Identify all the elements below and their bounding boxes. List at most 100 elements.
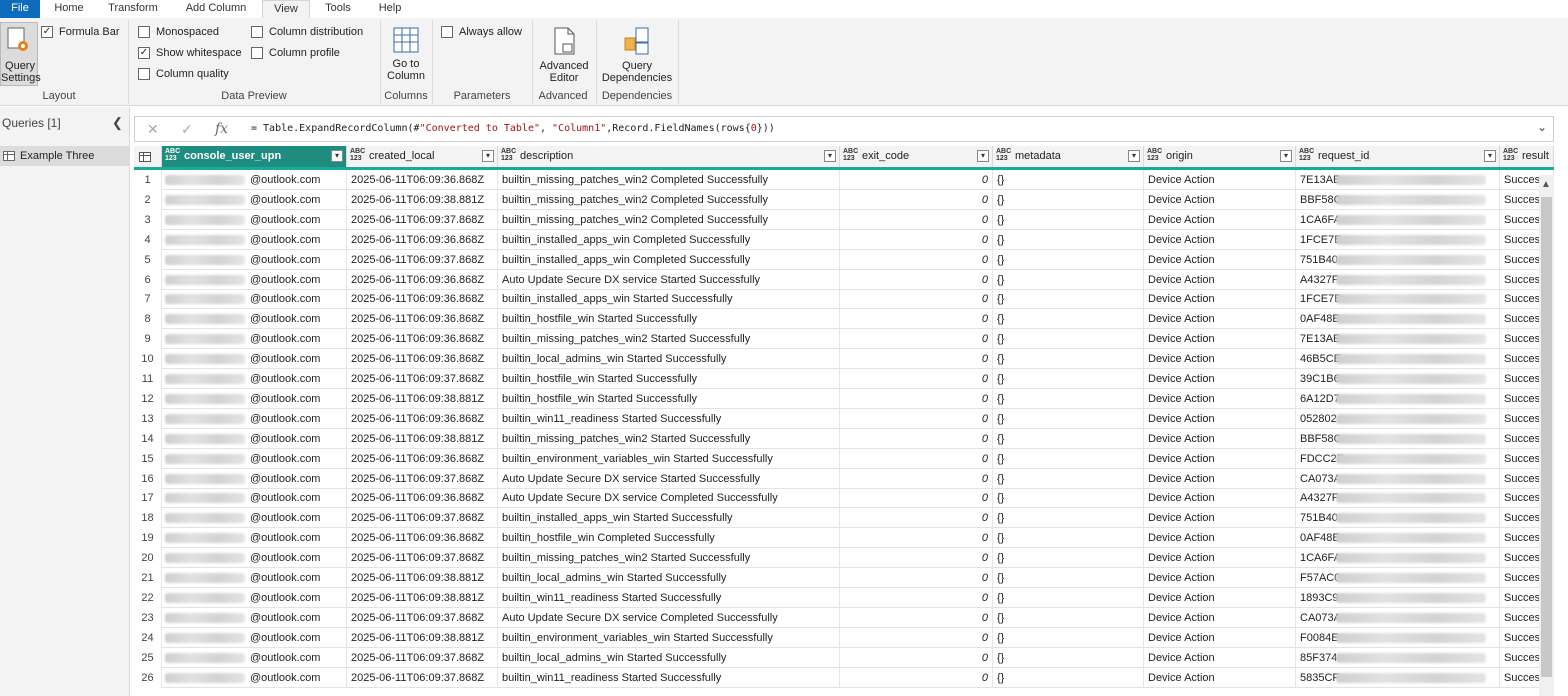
cell-exit-code[interactable]: 0	[840, 587, 993, 608]
table-row[interactable]: 14 @outlook.com 2025-06-11T06:09:38.881Z bu…	[134, 428, 1554, 449]
cell-description[interactable]: builtin_hostfile_win Started Successfull…	[498, 388, 840, 409]
cell-description[interactable]: builtin_local_admins_win Started Success…	[498, 568, 840, 588]
table-row[interactable]: 9 @outlook.com 2025-06-11T06:09:36.868Z bui…	[134, 329, 1554, 350]
row-number[interactable]: 26	[134, 667, 162, 688]
cell-exit-code[interactable]: 0	[840, 209, 993, 230]
table-row[interactable]: 24 @outlook.com 2025-06-11T06:09:38.881Z bu…	[134, 627, 1554, 648]
row-number[interactable]: 4	[134, 229, 162, 250]
cell-description[interactable]: builtin_hostfile_win Started Successfull…	[498, 309, 840, 330]
filter-dropdown-icon[interactable]: ▾	[1128, 150, 1140, 162]
table-row[interactable]: 7 @outlook.com 2025-06-11T06:09:36.868Z bui…	[134, 289, 1554, 310]
cell-origin[interactable]: Device Action	[1144, 229, 1296, 250]
column-type-icon[interactable]: ABC 123	[350, 148, 365, 162]
table-row[interactable]: 23 @outlook.com 2025-06-11T06:09:37.868Z Au…	[134, 607, 1554, 628]
cell-created-local[interactable]: 2025-06-11T06:09:37.868Z	[347, 647, 498, 668]
cell-console-user-upn[interactable]: @outlook.com	[162, 369, 347, 389]
cell-exit-code[interactable]: 0	[840, 349, 993, 370]
cell-request-id[interactable]: CA073A	[1296, 468, 1500, 489]
cell-origin[interactable]: Device Action	[1144, 587, 1296, 608]
cell-description[interactable]: builtin_hostfile_win Started Successfull…	[498, 369, 840, 389]
cell-metadata[interactable]: {}	[993, 667, 1144, 688]
cell-metadata[interactable]: {}	[993, 568, 1144, 588]
cell-request-id[interactable]: 39C1B6	[1296, 369, 1500, 389]
query-dependencies-button[interactable]: Query Dependencies	[600, 26, 674, 84]
cell-created-local[interactable]: 2025-06-11T06:09:37.868Z	[347, 209, 498, 230]
cell-request-id[interactable]: 5835CF	[1296, 667, 1500, 688]
scroll-up-icon[interactable]: ▲	[1541, 179, 1551, 190]
cell-exit-code[interactable]: 0	[840, 647, 993, 668]
cell-origin[interactable]: Device Action	[1144, 170, 1296, 190]
cell-created-local[interactable]: 2025-06-11T06:09:37.868Z	[347, 607, 498, 628]
cell-created-local[interactable]: 2025-06-11T06:09:37.868Z	[347, 667, 498, 688]
cell-origin[interactable]: Device Action	[1144, 309, 1296, 330]
cell-console-user-upn[interactable]: @outlook.com	[162, 249, 347, 270]
cell-console-user-upn[interactable]: @outlook.com	[162, 587, 347, 608]
row-number[interactable]: 12	[134, 388, 162, 409]
row-number[interactable]: 17	[134, 488, 162, 509]
cell-created-local[interactable]: 2025-06-11T06:09:36.868Z	[347, 488, 498, 509]
cell-created-local[interactable]: 2025-06-11T06:09:36.868Z	[347, 289, 498, 310]
cell-description[interactable]: Auto Update Secure DX service Started Su…	[498, 468, 840, 489]
cell-created-local[interactable]: 2025-06-11T06:09:36.868Z	[347, 349, 498, 370]
cell-request-id[interactable]: 052802	[1296, 408, 1500, 429]
tab-add-column[interactable]: Add Column	[178, 0, 254, 18]
table-row[interactable]: 5 @outlook.com 2025-06-11T06:09:37.868Z bui…	[134, 249, 1554, 270]
row-number[interactable]: 11	[134, 369, 162, 389]
row-number[interactable]: 3	[134, 209, 162, 230]
cell-request-id[interactable]: 1FCE7B	[1296, 289, 1500, 310]
cell-created-local[interactable]: 2025-06-11T06:09:37.868Z	[347, 508, 498, 529]
cell-exit-code[interactable]: 0	[840, 229, 993, 250]
cell-metadata[interactable]: {}	[993, 329, 1144, 350]
cell-request-id[interactable]: BBF58C	[1296, 189, 1500, 210]
cell-description[interactable]: builtin_hostfile_win Completed Successfu…	[498, 528, 840, 549]
cell-origin[interactable]: Device Action	[1144, 508, 1296, 529]
table-row[interactable]: 10 @outlook.com 2025-06-11T06:09:36.868Z bu…	[134, 349, 1554, 370]
cell-metadata[interactable]: {}	[993, 309, 1144, 330]
row-number[interactable]: 16	[134, 468, 162, 489]
cell-created-local[interactable]: 2025-06-11T06:09:37.868Z	[347, 369, 498, 389]
show-whitespace-checkbox[interactable]: ✓ Show whitespace	[138, 47, 242, 59]
filter-dropdown-icon[interactable]: ▾	[977, 150, 989, 162]
filter-dropdown-icon[interactable]: ▾	[1484, 150, 1496, 162]
cell-exit-code[interactable]: 0	[840, 289, 993, 310]
cell-request-id[interactable]: 751B40	[1296, 508, 1500, 529]
table-row[interactable]: 16 @outlook.com 2025-06-11T06:09:37.868Z Au…	[134, 468, 1554, 489]
cell-console-user-upn[interactable]: @outlook.com	[162, 309, 347, 330]
cell-metadata[interactable]: {}	[993, 508, 1144, 529]
fx-icon[interactable]: fx	[215, 121, 228, 137]
row-number[interactable]: 5	[134, 249, 162, 270]
row-number[interactable]: 25	[134, 647, 162, 668]
formula-expression[interactable]: = Table.ExpandRecordColumn(#"Converted t…	[251, 123, 775, 134]
cell-origin[interactable]: Device Action	[1144, 269, 1296, 290]
formula-bar[interactable]: ✕ ✓ fx = Table.ExpandRecordColumn(#"Conv…	[134, 116, 1554, 142]
cell-request-id[interactable]: 0AF48E	[1296, 528, 1500, 549]
row-number[interactable]: 18	[134, 508, 162, 529]
column-type-icon[interactable]: ABC 123	[501, 148, 516, 162]
cell-request-id[interactable]: 6A12D7	[1296, 388, 1500, 409]
go-to-column-button[interactable]: Go to Column	[384, 26, 428, 82]
cell-exit-code[interactable]: 0	[840, 189, 993, 210]
cell-description[interactable]: Auto Update Secure DX service Completed …	[498, 607, 840, 628]
cell-description[interactable]: builtin_installed_apps_win Started Succe…	[498, 289, 840, 310]
cell-description[interactable]: Auto Update Secure DX service Started Su…	[498, 269, 840, 290]
cell-metadata[interactable]: {}	[993, 229, 1144, 250]
cell-request-id[interactable]: F57AC0	[1296, 568, 1500, 588]
cell-console-user-upn[interactable]: @outlook.com	[162, 508, 347, 529]
cell-description[interactable]: Auto Update Secure DX service Completed …	[498, 488, 840, 509]
cell-origin[interactable]: Device Action	[1144, 607, 1296, 628]
cell-created-local[interactable]: 2025-06-11T06:09:37.868Z	[347, 249, 498, 270]
advanced-editor-button[interactable]: Advanced Editor	[536, 26, 592, 84]
cell-metadata[interactable]: {}	[993, 607, 1144, 628]
column-distribution-checkbox[interactable]: Column distribution	[251, 26, 363, 38]
cell-description[interactable]: builtin_missing_patches_win2 Started Suc…	[498, 548, 840, 569]
cell-origin[interactable]: Device Action	[1144, 329, 1296, 350]
row-number[interactable]: 15	[134, 448, 162, 469]
cell-metadata[interactable]: {}	[993, 488, 1144, 509]
cell-console-user-upn[interactable]: @outlook.com	[162, 607, 347, 628]
table-menu-icon[interactable]	[139, 152, 153, 162]
commit-check-icon[interactable]: ✓	[181, 121, 193, 138]
tab-view[interactable]: View	[262, 0, 310, 18]
cell-created-local[interactable]: 2025-06-11T06:09:36.868Z	[347, 408, 498, 429]
cell-metadata[interactable]: {}	[993, 349, 1144, 370]
row-number[interactable]: 14	[134, 428, 162, 449]
